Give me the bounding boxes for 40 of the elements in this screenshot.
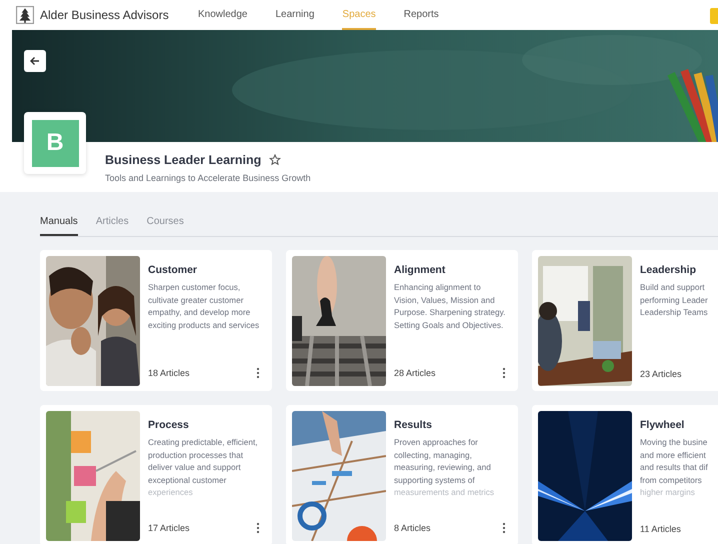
tab[interactable]: Manuals	[40, 216, 78, 236]
manual-title: Flywheel	[640, 419, 686, 431]
back-arrow-icon	[29, 55, 41, 67]
manual-description: Build and support performing Leader Leadership Teams	[640, 281, 709, 318]
manual-description: Moving the busine and more efficient and results that dif from competitors higher margins	[640, 436, 709, 498]
space-subtitle: Tools and Learnings to Accelerate Business Growth	[105, 173, 312, 183]
space-logo: B	[32, 120, 78, 166]
manual-card[interactable]: Results Proven approaches for collecting, managing, measuring, reviewing, and supporting systems of measurements and metrics 8 Articles	[286, 405, 518, 544]
nav-link[interactable]: Learning	[275, 0, 314, 30]
more-icon[interactable]	[502, 522, 506, 534]
article-count: 11 Articles	[640, 524, 681, 534]
manual-card[interactable]: Flywheel Moving the busine and more efficient and results that dif from competitors higher margins 11 Articles	[532, 405, 718, 544]
manual-title: Customer	[148, 264, 198, 276]
more-icon[interactable]	[256, 522, 260, 534]
manual-description: Creating predictable, efficient, production processes that deliver value and support exceptional customer experiences	[148, 436, 259, 498]
space-title: Business Leader Learning	[105, 153, 262, 167]
more-icon[interactable]	[502, 367, 506, 379]
manual-card[interactable]: Customer Sharpen customer focus, cultivate greater customer empathy, and develop more exciting products and services 18 Articles	[40, 250, 272, 391]
manual-card[interactable]: Process Creating predictable, efficient, production processes that deliver value and support exceptional customer experiences 17 Articles	[40, 405, 272, 544]
manual-description: Sharpen customer focus, cultivate greater customer empathy, and develop more exciting products and services	[148, 281, 260, 331]
star-icon[interactable]	[269, 154, 282, 166]
article-count: 18 Articles	[148, 368, 190, 378]
tree-icon[interactable]	[16, 6, 34, 24]
manual-title: Results	[394, 419, 433, 431]
brand-name[interactable]: Alder Business Advisors	[40, 8, 169, 22]
nav-link[interactable]: Reports	[404, 0, 439, 30]
manual-title: Leadership	[640, 264, 698, 276]
manual-description: Proven approaches for collecting, managing, measuring, reviewing, and supporting systems of measurements and metrics	[394, 436, 496, 498]
more-icon[interactable]	[256, 367, 260, 379]
manual-title: Alignment	[394, 264, 446, 276]
manual-title: Process	[148, 419, 190, 431]
article-count: 28 Articles	[394, 368, 436, 378]
article-count: 23 Articles	[640, 369, 682, 379]
manual-card[interactable]: Alignment Enhancing alignment to Vision, Values, Mission and Purpose. Sharpening strategy. Setting Goals and Objectives. 28 Articles	[286, 250, 518, 391]
back-button[interactable]	[24, 50, 46, 72]
article-count: 17 Articles	[148, 523, 190, 533]
nav-link[interactable]: Knowledge	[198, 0, 248, 30]
manual-description: Enhancing alignment to Vision, Values, Mission and Purpose. Sharpening strategy. Setting Goals and Objectives.	[394, 281, 506, 331]
manual-card[interactable]: Leadership Build and support performing Leader Leadership Teams 23 Articles	[532, 250, 718, 391]
article-count: 8 Articles	[394, 523, 431, 533]
